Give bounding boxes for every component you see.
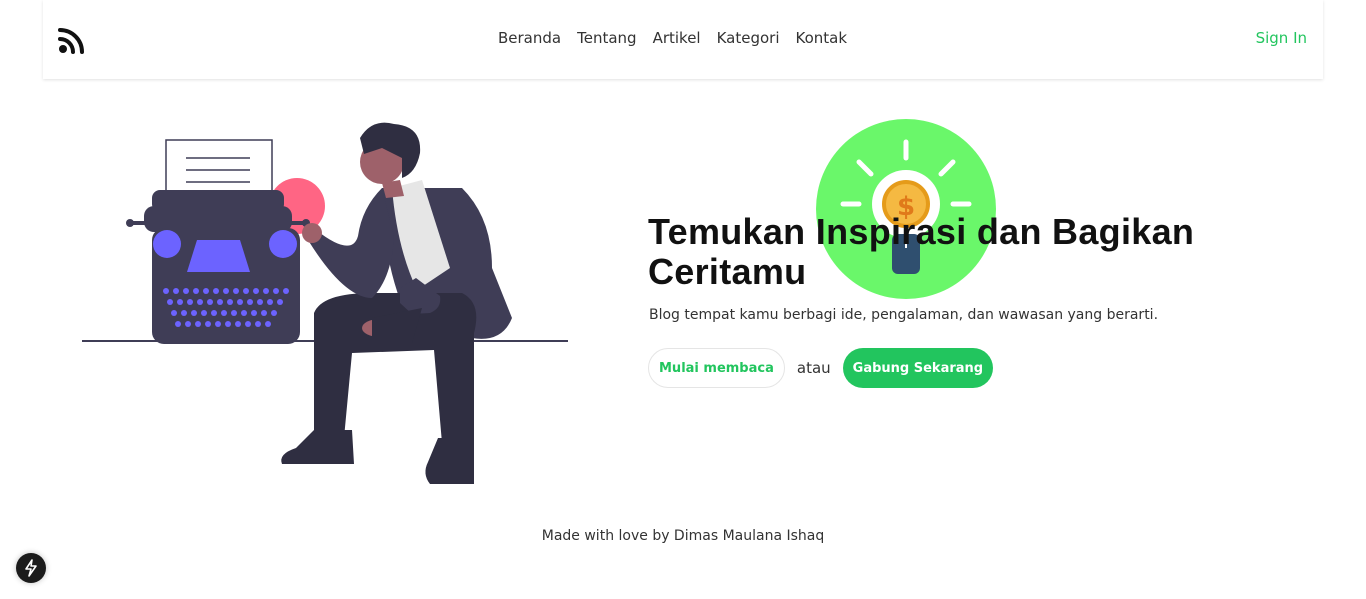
nav-item-kontak[interactable]: Kontak — [796, 29, 848, 47]
hero-subtitle: Blog tempat kamu berbagi ide, pengalaman… — [649, 307, 1159, 323]
start-reading-button[interactable]: Mulai membaca — [648, 348, 785, 388]
rss-icon[interactable] — [58, 26, 86, 54]
navbar: Beranda Tentang Artikel Kategori Kontak … — [43, 0, 1323, 79]
lightning-button[interactable] — [16, 553, 46, 583]
nav-item-artikel[interactable]: Artikel — [653, 29, 701, 47]
sign-in-link[interactable]: Sign In — [1256, 29, 1307, 47]
or-text: atau — [796, 359, 831, 377]
nav-item-tentang[interactable]: Tentang — [577, 29, 636, 47]
typewriter-man-illustration — [82, 122, 568, 484]
footer-credit: Made with love by Dimas Maulana Ishaq — [541, 528, 825, 544]
nav-item-beranda[interactable]: Beranda — [498, 29, 561, 47]
hero-title: Temukan Inspirasi dan Bagikan Ceritamu — [648, 211, 1195, 292]
nav-menu: Beranda Tentang Artikel Kategori Kontak — [498, 29, 847, 47]
lightning-icon — [25, 559, 37, 577]
nav-item-kategori[interactable]: Kategori — [717, 29, 780, 47]
cta-row: Mulai membaca atau Gabung Sekarang — [648, 348, 994, 388]
join-now-button[interactable]: Gabung Sekarang — [842, 348, 994, 388]
